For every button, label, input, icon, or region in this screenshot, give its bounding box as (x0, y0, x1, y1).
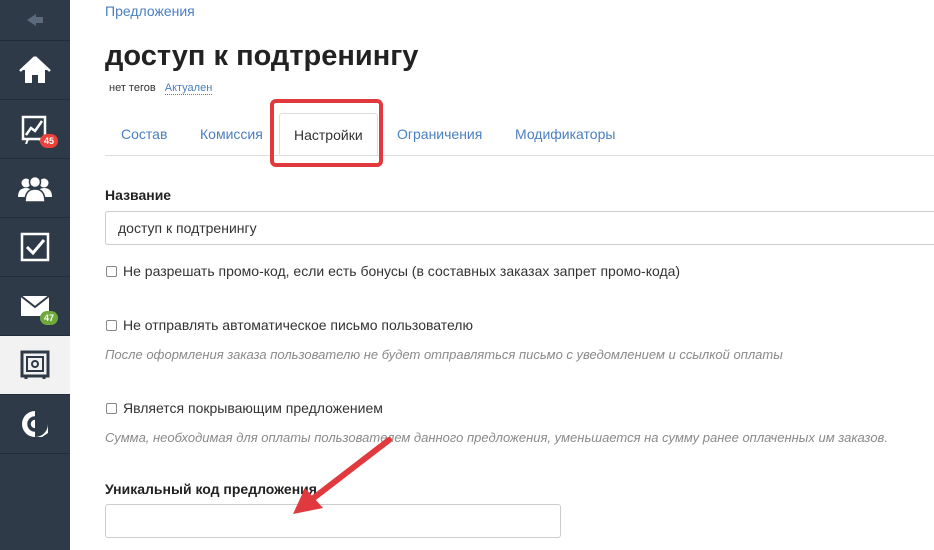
name-label: Название (105, 187, 172, 203)
safe-icon (20, 350, 50, 379)
sidebar-item-users[interactable] (0, 159, 70, 218)
collapse-arrow-icon (27, 14, 43, 26)
tab-settings[interactable]: Настройки (279, 113, 378, 155)
covering-hint: Сумма, необходимая для оплаты пользовате… (105, 430, 888, 445)
statistics-badge: 45 (40, 134, 58, 148)
brand-c-icon (22, 411, 48, 437)
checkbox-icon (20, 232, 50, 262)
tab-modifiers[interactable]: Модификаторы (515, 126, 615, 142)
sidebar: 45 47 (0, 0, 70, 550)
sidebar-item-home[interactable] (0, 41, 70, 100)
no-email-checkbox[interactable] (106, 319, 117, 331)
messages-badge: 47 (40, 311, 58, 325)
no-email-option: Не отправлять автоматическое письмо поль… (105, 317, 473, 333)
promo-option: Не разрешать промо-код, если есть бонусы… (105, 263, 680, 279)
status-link[interactable]: Актуален (164, 82, 213, 95)
covering-option: Является покрывающим предложением (105, 400, 383, 416)
promo-checkbox[interactable] (106, 265, 117, 277)
unique-code-label: Уникальный код предложения (105, 481, 317, 497)
main-content: Предложения доступ к подтренингу нет тег… (105, 0, 934, 550)
home-icon (19, 56, 51, 83)
promo-option-label: Не разрешать промо-код, если есть бонусы… (123, 263, 681, 279)
sidebar-item-messages[interactable]: 47 (0, 277, 70, 336)
covering-checkbox[interactable] (106, 402, 117, 414)
tab-commission[interactable]: Комиссия (200, 126, 263, 142)
covering-option-label: Является покрывающим предложением (123, 400, 383, 416)
sidebar-item-statistics[interactable]: 45 (0, 100, 70, 159)
sidebar-item-products[interactable] (0, 336, 70, 395)
sidebar-collapse-button[interactable] (0, 0, 70, 41)
tab-restrictions[interactable]: Ограничения (397, 126, 482, 142)
sidebar-item-tasks[interactable] (0, 218, 70, 277)
breadcrumb-offers-link[interactable]: Предложения (105, 3, 195, 19)
tags-text: нет тегов (109, 82, 156, 94)
no-email-hint: После оформления заказа пользователю не … (105, 347, 783, 362)
offer-meta: нет тегов Актуален (109, 82, 213, 95)
tab-composition[interactable]: Состав (121, 126, 167, 142)
page-title: доступ к подтренингу (105, 40, 419, 72)
name-input[interactable] (105, 211, 934, 245)
sidebar-item-brand[interactable] (0, 395, 70, 454)
no-email-option-label: Не отправлять автоматическое письмо поль… (123, 317, 473, 333)
users-icon (18, 175, 52, 203)
unique-code-input[interactable] (105, 504, 561, 538)
tabs-bar: Состав Комиссия Настройки Ограничения Мо… (105, 105, 934, 156)
